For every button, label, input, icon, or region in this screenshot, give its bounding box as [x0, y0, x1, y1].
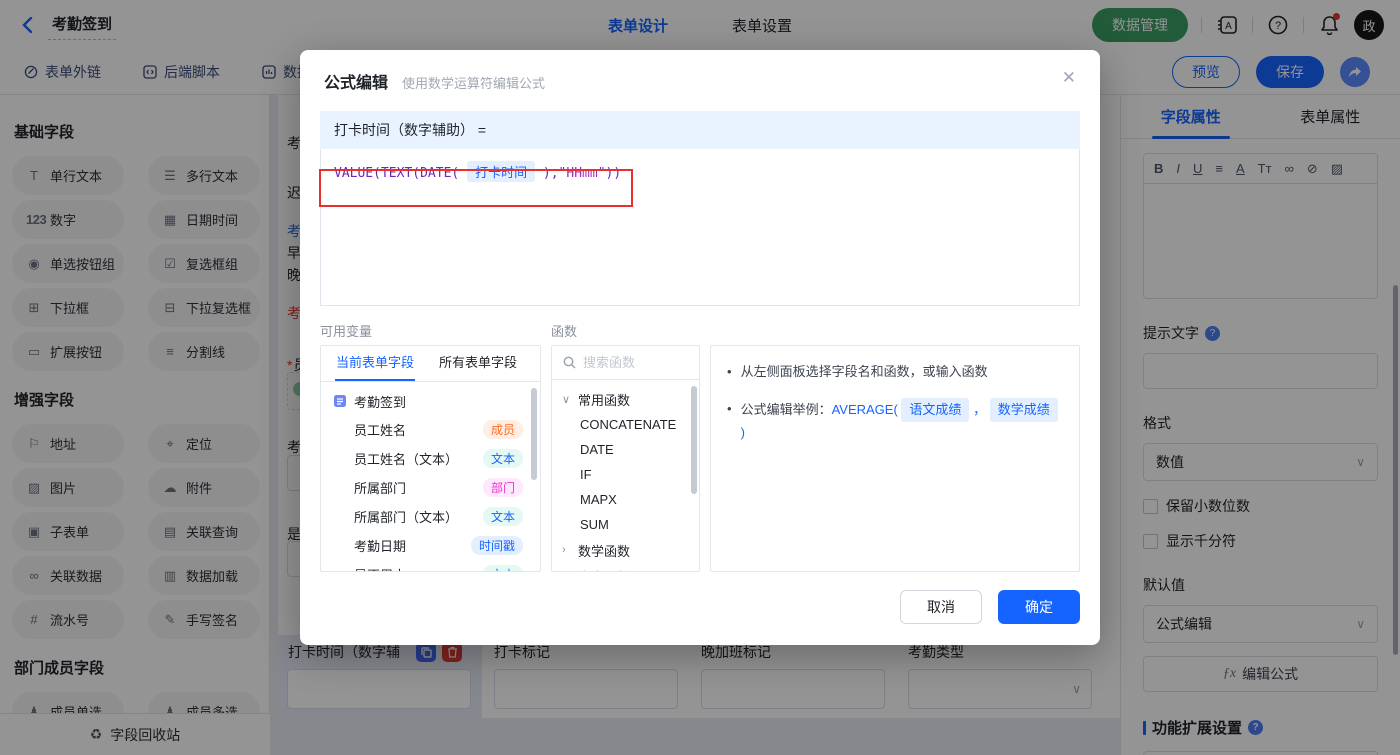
app-window: 考勤签到 表单设计 表单设置 数据管理 A ? 政 表单外链 后端脚本 预览 保…: [0, 0, 1400, 755]
formula-string: HHmm: [566, 166, 598, 181]
help-example-function: AVERAGE(: [831, 402, 898, 417]
variable-row[interactable]: 员工姓名（文本） 文本: [321, 444, 540, 473]
function-item-sum[interactable]: SUM: [552, 512, 699, 537]
functions-label: 函数: [551, 324, 578, 339]
bullet-icon: •: [727, 401, 732, 416]
form-tree-root-label: 考勤签到: [354, 394, 407, 410]
help-example-close: ): [740, 425, 745, 440]
tab-all-form-fields[interactable]: 所有表单字段: [439, 352, 517, 381]
help-example-comma: ，: [973, 402, 987, 417]
function-group-common[interactable]: ∨ 常用函数: [552, 386, 699, 412]
formula-editor-dialog: 公式编辑 使用数学运算符编辑公式 ✕ 打卡时间（数字辅助） = VALUE(TE…: [300, 50, 1100, 645]
function-item-mapx[interactable]: MAPX: [552, 487, 699, 512]
variables-panel: 当前表单字段 所有表单字段 考勤签到 员工姓名 成员 员工姓名（文本） 文本 所…: [320, 345, 541, 572]
variable-name: 是否周末: [354, 565, 406, 571]
bullet-icon: •: [727, 364, 732, 379]
function-item-concatenate[interactable]: CONCATENATE: [552, 412, 699, 437]
help-example-chip: 数学成绩: [989, 398, 1058, 422]
help-line-2: 公式编辑举例：AVERAGE( 语文成绩 ， 数学成绩 ): [741, 398, 1063, 444]
function-search[interactable]: [552, 346, 699, 380]
dialog-title: 公式编辑: [324, 75, 389, 92]
functions-scrollbar[interactable]: [691, 386, 697, 494]
formula-target: 打卡时间（数字辅助） =: [320, 111, 1080, 149]
function-group-label: 文本函数: [578, 567, 630, 572]
tab-current-form-fields[interactable]: 当前表单字段: [335, 352, 416, 381]
variable-row[interactable]: 考勤日期 时间戳: [321, 531, 540, 560]
form-tree-root[interactable]: 考勤签到: [321, 387, 540, 415]
type-badge: 文本: [482, 565, 523, 571]
function-search-input[interactable]: [583, 355, 683, 370]
formula-input-area[interactable]: VALUE(TEXT(DATE( 打卡时间 ),"HHmm")): [320, 149, 1080, 306]
type-badge: 部门: [482, 478, 523, 497]
caret-right-icon: ›: [562, 544, 566, 556]
variable-name: 员工姓名: [354, 423, 407, 438]
field-chip[interactable]: 打卡时间: [467, 161, 536, 182]
confirm-button[interactable]: 确定: [998, 590, 1080, 624]
function-group-text[interactable]: › 文本函数: [552, 563, 699, 572]
variable-name: 员工姓名（文本）: [354, 452, 459, 467]
variable-name: 考勤日期: [354, 539, 407, 554]
dialog-subtitle: 使用数学运算符编辑公式: [402, 76, 546, 91]
help-line-1: 从左侧面板选择字段名和函数，或输入函数: [740, 364, 988, 379]
type-badge: 时间戳: [470, 536, 523, 555]
close-icon[interactable]: ✕: [1062, 68, 1076, 88]
function-item-if[interactable]: IF: [552, 462, 699, 487]
help-example-prefix: 公式编辑举例：: [740, 402, 832, 417]
formula-code-mid: ),": [542, 166, 567, 181]
functions-panel: ∨ 常用函数 CONCATENATE DATE IF MAPX SUM › 数学…: [551, 345, 700, 572]
variable-row[interactable]: 是否周末 文本: [321, 560, 540, 571]
type-badge: 文本: [482, 449, 523, 468]
variable-row[interactable]: 所属部门（文本） 文本: [321, 502, 540, 531]
formula-code-prefix: VALUE(TEXT(DATE(: [334, 166, 460, 181]
function-item-date[interactable]: DATE: [552, 437, 699, 462]
function-group-label: 常用函数: [578, 392, 631, 408]
variable-name: 所属部门（文本）: [354, 510, 459, 525]
search-icon: [563, 356, 576, 369]
function-group-math[interactable]: › 数学函数: [552, 537, 699, 563]
help-example-chip: 语文成绩: [901, 398, 970, 422]
cancel-button[interactable]: 取消: [900, 590, 982, 624]
caret-right-icon: ›: [562, 570, 572, 571]
formula-code-suffix: ")): [597, 166, 622, 181]
function-group-label: 数学函数: [578, 543, 631, 559]
formula-help-panel: • 从左侧面板选择字段名和函数，或输入函数 • 公式编辑举例：AVERAGE( …: [710, 345, 1080, 572]
type-badge: 文本: [482, 507, 523, 526]
form-doc-icon: [334, 395, 346, 407]
variable-row[interactable]: 所属部门 部门: [321, 473, 540, 502]
variable-name: 所属部门: [354, 481, 407, 496]
variable-row[interactable]: 员工姓名 成员: [321, 415, 540, 444]
variables-scrollbar[interactable]: [531, 388, 537, 480]
type-badge: 成员: [482, 420, 523, 439]
caret-down-icon: ∨: [562, 393, 571, 406]
variables-label: 可用变量: [320, 324, 373, 339]
